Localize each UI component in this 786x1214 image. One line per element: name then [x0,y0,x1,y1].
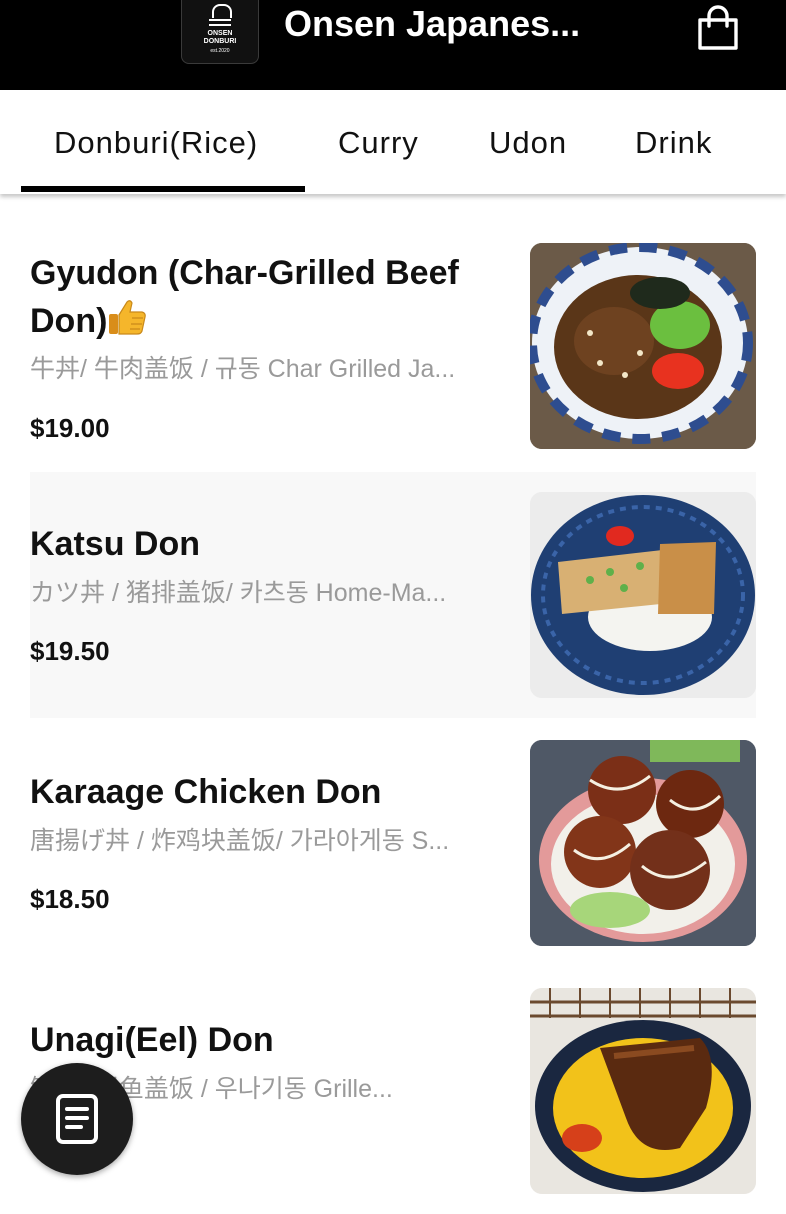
restaurant-logo[interactable]: ONSEN DONBURI est.2020 [181,0,259,64]
logo-divider [209,19,231,21]
item-name: Karaage Chicken Don [30,773,382,811]
tab-udon[interactable]: Udon [489,125,567,161]
item-name: Unagi(Eel) Don [30,1021,274,1059]
logo-text: ONSEN [207,30,233,37]
tab-drink[interactable]: Drink [635,125,712,161]
item-price: $19.50 [30,636,110,666]
tab-donburi[interactable]: Donburi(Rice) [54,125,258,161]
karaage-don-photo [530,740,756,946]
order-list-icon [56,1094,98,1144]
shopping-bag-icon[interactable] [694,4,742,52]
category-tabs: Donburi(Rice) Curry Udon Drink [0,90,786,194]
restaurant-title: Onsen Japanes... [284,3,581,44]
top-bar: ONSEN DONBURI est.2020 Onsen Japanes... [0,0,786,90]
logo-text: est.2020 [210,48,230,54]
thumbs-up-icon [109,300,147,335]
gyudon-photo [530,243,756,449]
active-tab-indicator [21,186,305,192]
menu-item-katsu-don[interactable]: Katsu Don カツ丼 / 猪排盖饭/ 카츠동 Home-Ma... $19… [30,472,756,718]
item-name: Gyudon (Char-Grilled Beef Don) [30,254,459,340]
katsu-don-photo [530,492,756,698]
order-list-button[interactable] [21,1063,133,1175]
item-description: カツ丼 / 猪排盖饭/ 카츠동 Home-Ma... [30,579,447,607]
tab-curry[interactable]: Curry [338,125,419,161]
logo-divider [209,24,231,26]
menu-item-karaage-don[interactable]: Karaage Chicken Don 唐揚げ丼 / 炸鸡块盖饭/ 가라아게동 … [30,720,756,966]
item-price: $18.50 [30,884,110,914]
item-name: Katsu Don [30,525,200,563]
logo-text: DONBURI [203,38,237,45]
menu-item-gyudon[interactable]: Gyudon (Char-Grilled Beef Don) 牛丼/ 牛肉盖饭 … [30,225,756,471]
item-description: 牛丼/ 牛肉盖饭 / 규동 Char Grilled Ja... [30,355,456,383]
item-description: 唐揚げ丼 / 炸鸡块盖饭/ 가라아게동 S... [30,827,450,855]
menu-item-unagi-don[interactable]: Unagi(Eel) Don 鰻丼/ 鳗鱼盖饭 / 우나기동 Grille... [30,968,756,1214]
bowl-icon [212,4,232,18]
item-price: $19.00 [30,413,110,443]
unagi-don-photo [530,988,756,1194]
